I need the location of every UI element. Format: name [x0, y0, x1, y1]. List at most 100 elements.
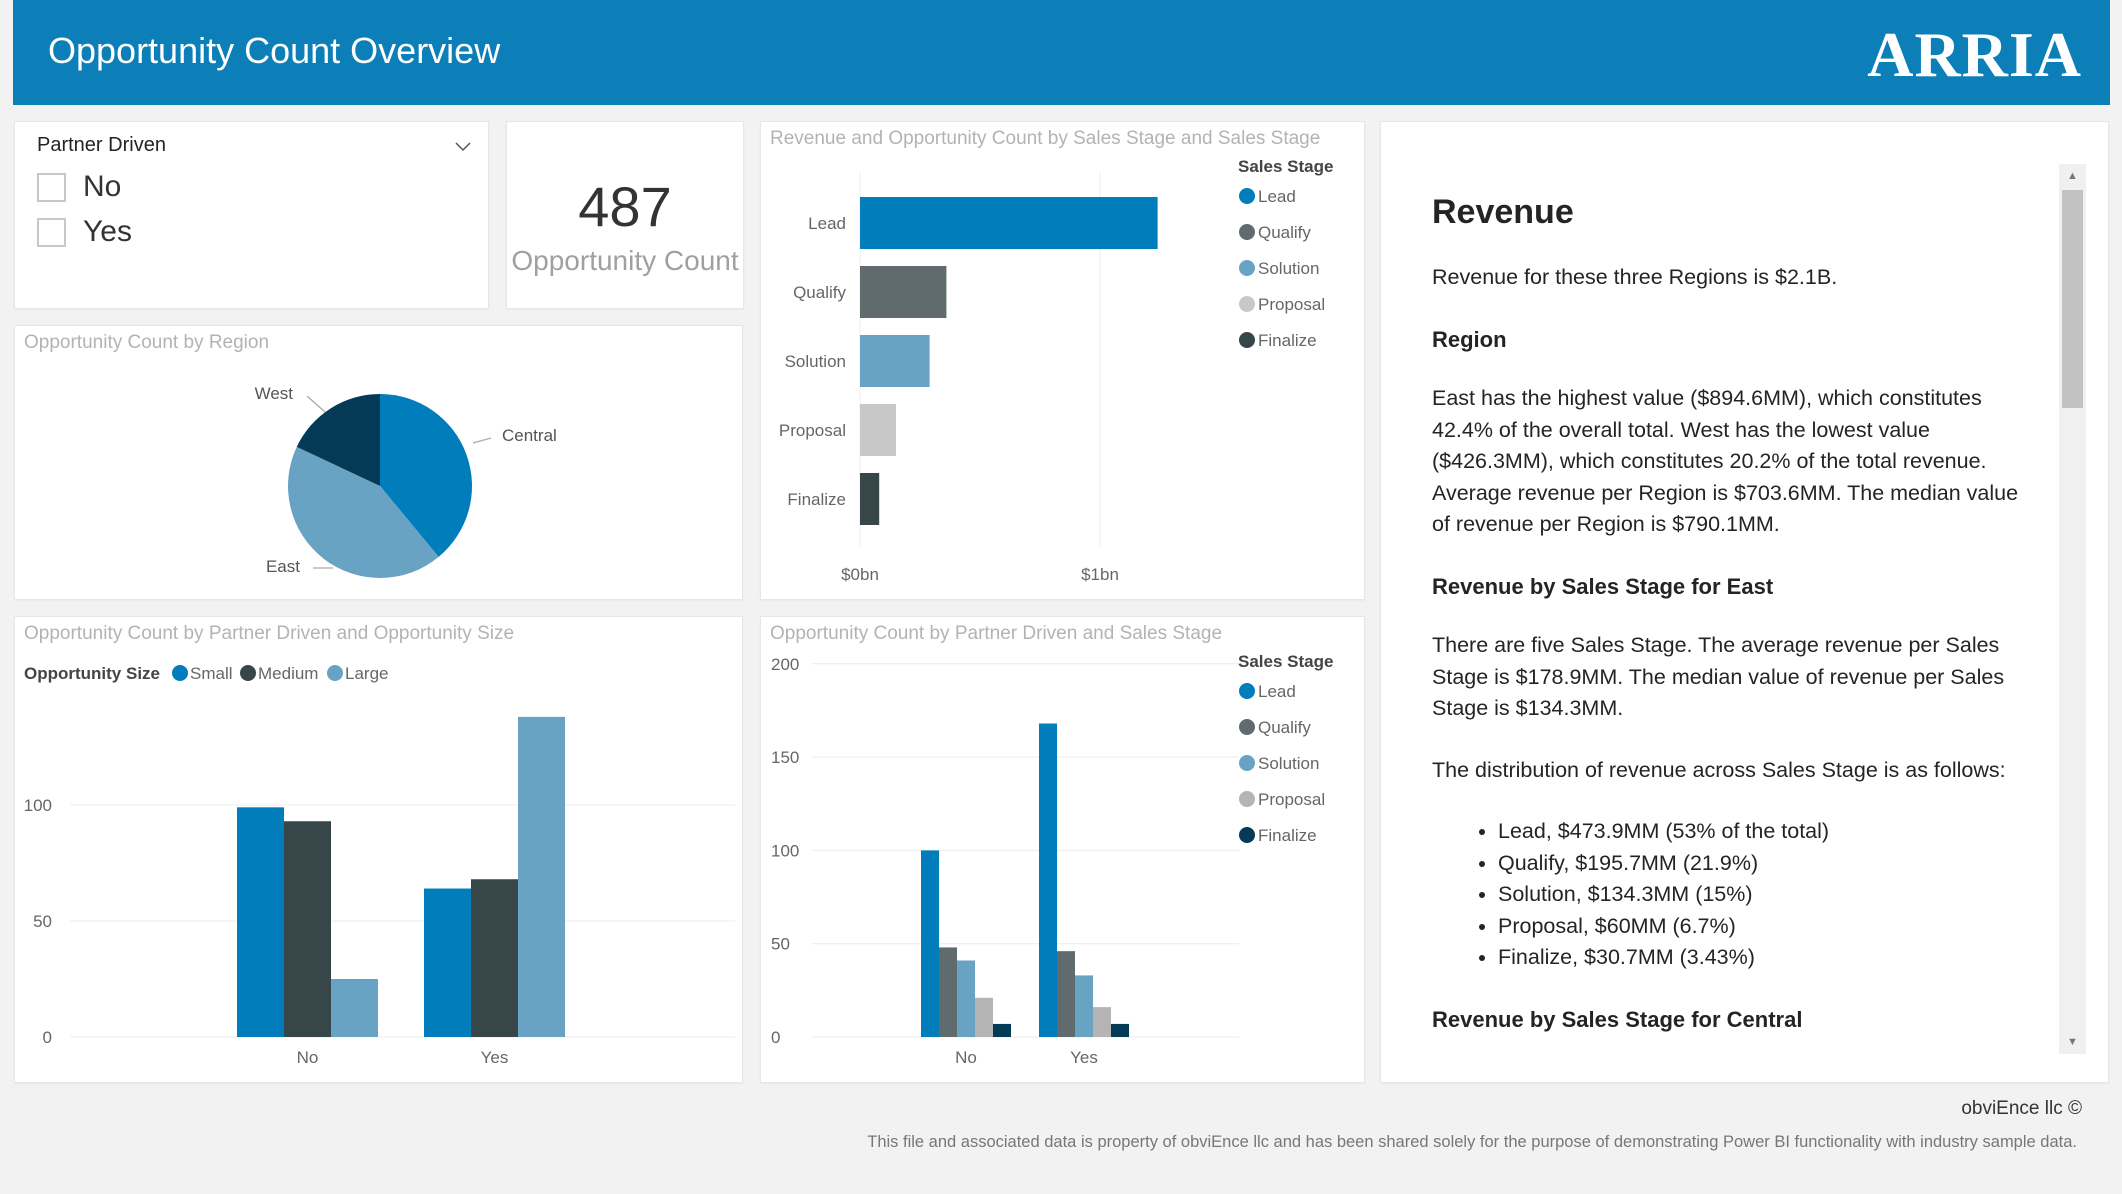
- chart-title: Opportunity Count by Region: [24, 332, 270, 353]
- legend-label: Large: [345, 664, 388, 683]
- legend-title: Opportunity Size: [24, 664, 160, 683]
- partner-driven-slicer: Partner Driven No Yes: [14, 121, 489, 309]
- chart-title: Revenue and Opportunity Count by Sales S…: [770, 128, 1321, 149]
- stage-column-chart: 0 50 100 150 200 No Yes Sales Stage Lead Qualify S…: [771, 652, 1333, 1067]
- central-heading: Revenue by Sales Stage for Central: [1432, 1006, 1803, 1032]
- bar-no-lead: [921, 850, 939, 1037]
- east-heading: Revenue by Sales Stage for East: [1432, 573, 1774, 599]
- bar-yes-medium: [471, 879, 518, 1037]
- region-heading: Region: [1432, 326, 1507, 352]
- footer-note: This file and associated data is propert…: [867, 1133, 2077, 1151]
- kpi-value: 487: [578, 175, 672, 238]
- slicer-option-label: Yes: [83, 215, 132, 248]
- bar-no-medium: [284, 821, 331, 1037]
- bar-yes-large: [518, 716, 565, 1037]
- narrative-title: Revenue: [1432, 193, 1574, 231]
- bar-lead: [860, 197, 1158, 249]
- y-tick-label: 150: [771, 748, 799, 767]
- report-header: Opportunity Count Overview ARRIA: [13, 0, 2110, 105]
- legend-title: Sales Stage: [1238, 157, 1333, 176]
- arria-logo: ARRIA: [1867, 19, 2082, 90]
- narrative-intro: Revenue for these three Regions is $2.1B…: [1432, 265, 1838, 289]
- bar-no-qualify: [939, 947, 957, 1037]
- leader-line: [472, 437, 492, 444]
- size-column-chart: 0 50 100 Opportunity Size Small Medium Large No…: [24, 664, 735, 1067]
- narrative-panel: Revenue Revenue for these three Regions …: [1380, 121, 2109, 1083]
- legend-label: Solution: [1258, 754, 1319, 773]
- legend-marker-solution: [1239, 260, 1255, 276]
- revenue-bar-chart: $0bn $1bn Lead Qualify Solution Proposal Final…: [779, 157, 1334, 584]
- list-item: Proposal, $60MM (6.7%): [1498, 911, 2032, 943]
- y-tick-label: 100: [24, 796, 52, 815]
- chart-title: Opportunity Count by Partner Driven and …: [24, 623, 515, 644]
- bar-no-small: [237, 807, 284, 1037]
- list-item: Solution, $134.3MM (15%): [1498, 879, 2032, 911]
- legend-label: Proposal: [1258, 295, 1325, 314]
- legend-marker-large: [327, 665, 343, 681]
- y-tick-label: Qualify: [793, 283, 846, 302]
- legend-label: Medium: [258, 664, 318, 683]
- pie-label: West: [255, 384, 294, 403]
- scrollbar-thumb[interactable]: [2062, 190, 2083, 408]
- legend-marker-proposal: [1239, 296, 1255, 312]
- x-tick-label: $0bn: [841, 565, 879, 584]
- slicer-title: Partner Driven: [37, 134, 166, 156]
- y-tick-label: 50: [771, 935, 790, 954]
- x-tick-label: $1bn: [1081, 565, 1119, 584]
- bar-yes-proposal: [1093, 1007, 1111, 1037]
- legend-label: Finalize: [1258, 826, 1317, 845]
- legend-label: Finalize: [1258, 331, 1317, 350]
- bar-yes-lead: [1039, 723, 1057, 1037]
- list-item: Lead, $473.9MM (53% of the total): [1498, 816, 2032, 848]
- region-pie-chart: Central East West: [255, 384, 557, 578]
- list-item: Finalize, $30.7MM (3.43%): [1498, 942, 2032, 974]
- legend-marker-lead: [1239, 188, 1255, 204]
- legend-marker-lead: [1239, 683, 1255, 699]
- checkbox-yes[interactable]: [37, 217, 66, 247]
- kpi-label: Opportunity Count: [511, 245, 739, 276]
- slicer-option-no[interactable]: No: [37, 170, 121, 204]
- legend-label: Lead: [1258, 187, 1296, 206]
- bar-no-solution: [957, 960, 975, 1037]
- bar-yes-solution: [1075, 975, 1093, 1037]
- chevron-down-icon[interactable]: [453, 136, 473, 156]
- y-tick-label: 50: [33, 912, 52, 931]
- y-tick-label: 100: [771, 841, 799, 860]
- narrative-scrollbar[interactable]: ▲ ▼: [2059, 164, 2086, 1054]
- region-pie-panel: Opportunity Count by Region Central East W…: [14, 325, 743, 600]
- bar-no-large: [331, 979, 378, 1037]
- legend-marker-finalize: [1239, 827, 1255, 843]
- y-tick-label: Lead: [808, 214, 846, 233]
- legend-marker-qualify: [1239, 719, 1255, 735]
- stage-chart-panel: Opportunity Count by Partner Driven and …: [760, 616, 1365, 1083]
- distribution-text: The distribution of revenue across Sales…: [1432, 757, 2006, 782]
- checkbox-no[interactable]: [37, 172, 66, 202]
- legend-label: Proposal: [1258, 790, 1325, 809]
- x-tick-label: Yes: [1070, 1048, 1098, 1067]
- region-text: East has the highest value ($894.6MM), w…: [1432, 386, 2019, 536]
- legend-marker-finalize: [1239, 332, 1255, 348]
- bar-finalize: [860, 473, 880, 525]
- legend-label: Lead: [1258, 682, 1296, 701]
- scroll-down-icon[interactable]: ▼: [2059, 1030, 2086, 1054]
- legend-label: Qualify: [1258, 718, 1311, 737]
- y-tick-label: 200: [771, 655, 799, 674]
- x-tick-label: No: [297, 1048, 319, 1067]
- y-tick-label: Solution: [785, 352, 846, 371]
- east-text: There are five Sales Stage. The average …: [1432, 633, 2005, 720]
- narrative-content[interactable]: Revenue Revenue for these three Regions …: [1432, 192, 2032, 1050]
- y-tick-label: 0: [43, 1028, 52, 1047]
- bar-proposal: [860, 404, 896, 456]
- bar-qualify: [860, 266, 947, 318]
- legend-marker-small: [172, 665, 188, 681]
- east-stage-list: Lead, $473.9MM (53% of the total) Qualif…: [1498, 816, 2032, 974]
- legend-marker-proposal: [1239, 791, 1255, 807]
- scroll-up-icon[interactable]: ▲: [2059, 164, 2086, 188]
- footer-brand: obviEnce llc ©: [1961, 1098, 2082, 1119]
- slicer-option-yes[interactable]: Yes: [37, 215, 132, 249]
- legend-marker-medium: [240, 665, 256, 681]
- opportunity-count-card: 487 Opportunity Count: [506, 121, 744, 309]
- y-tick-label: Finalize: [787, 490, 846, 509]
- bar-yes-finalize: [1111, 1023, 1129, 1037]
- legend-label: Solution: [1258, 259, 1319, 278]
